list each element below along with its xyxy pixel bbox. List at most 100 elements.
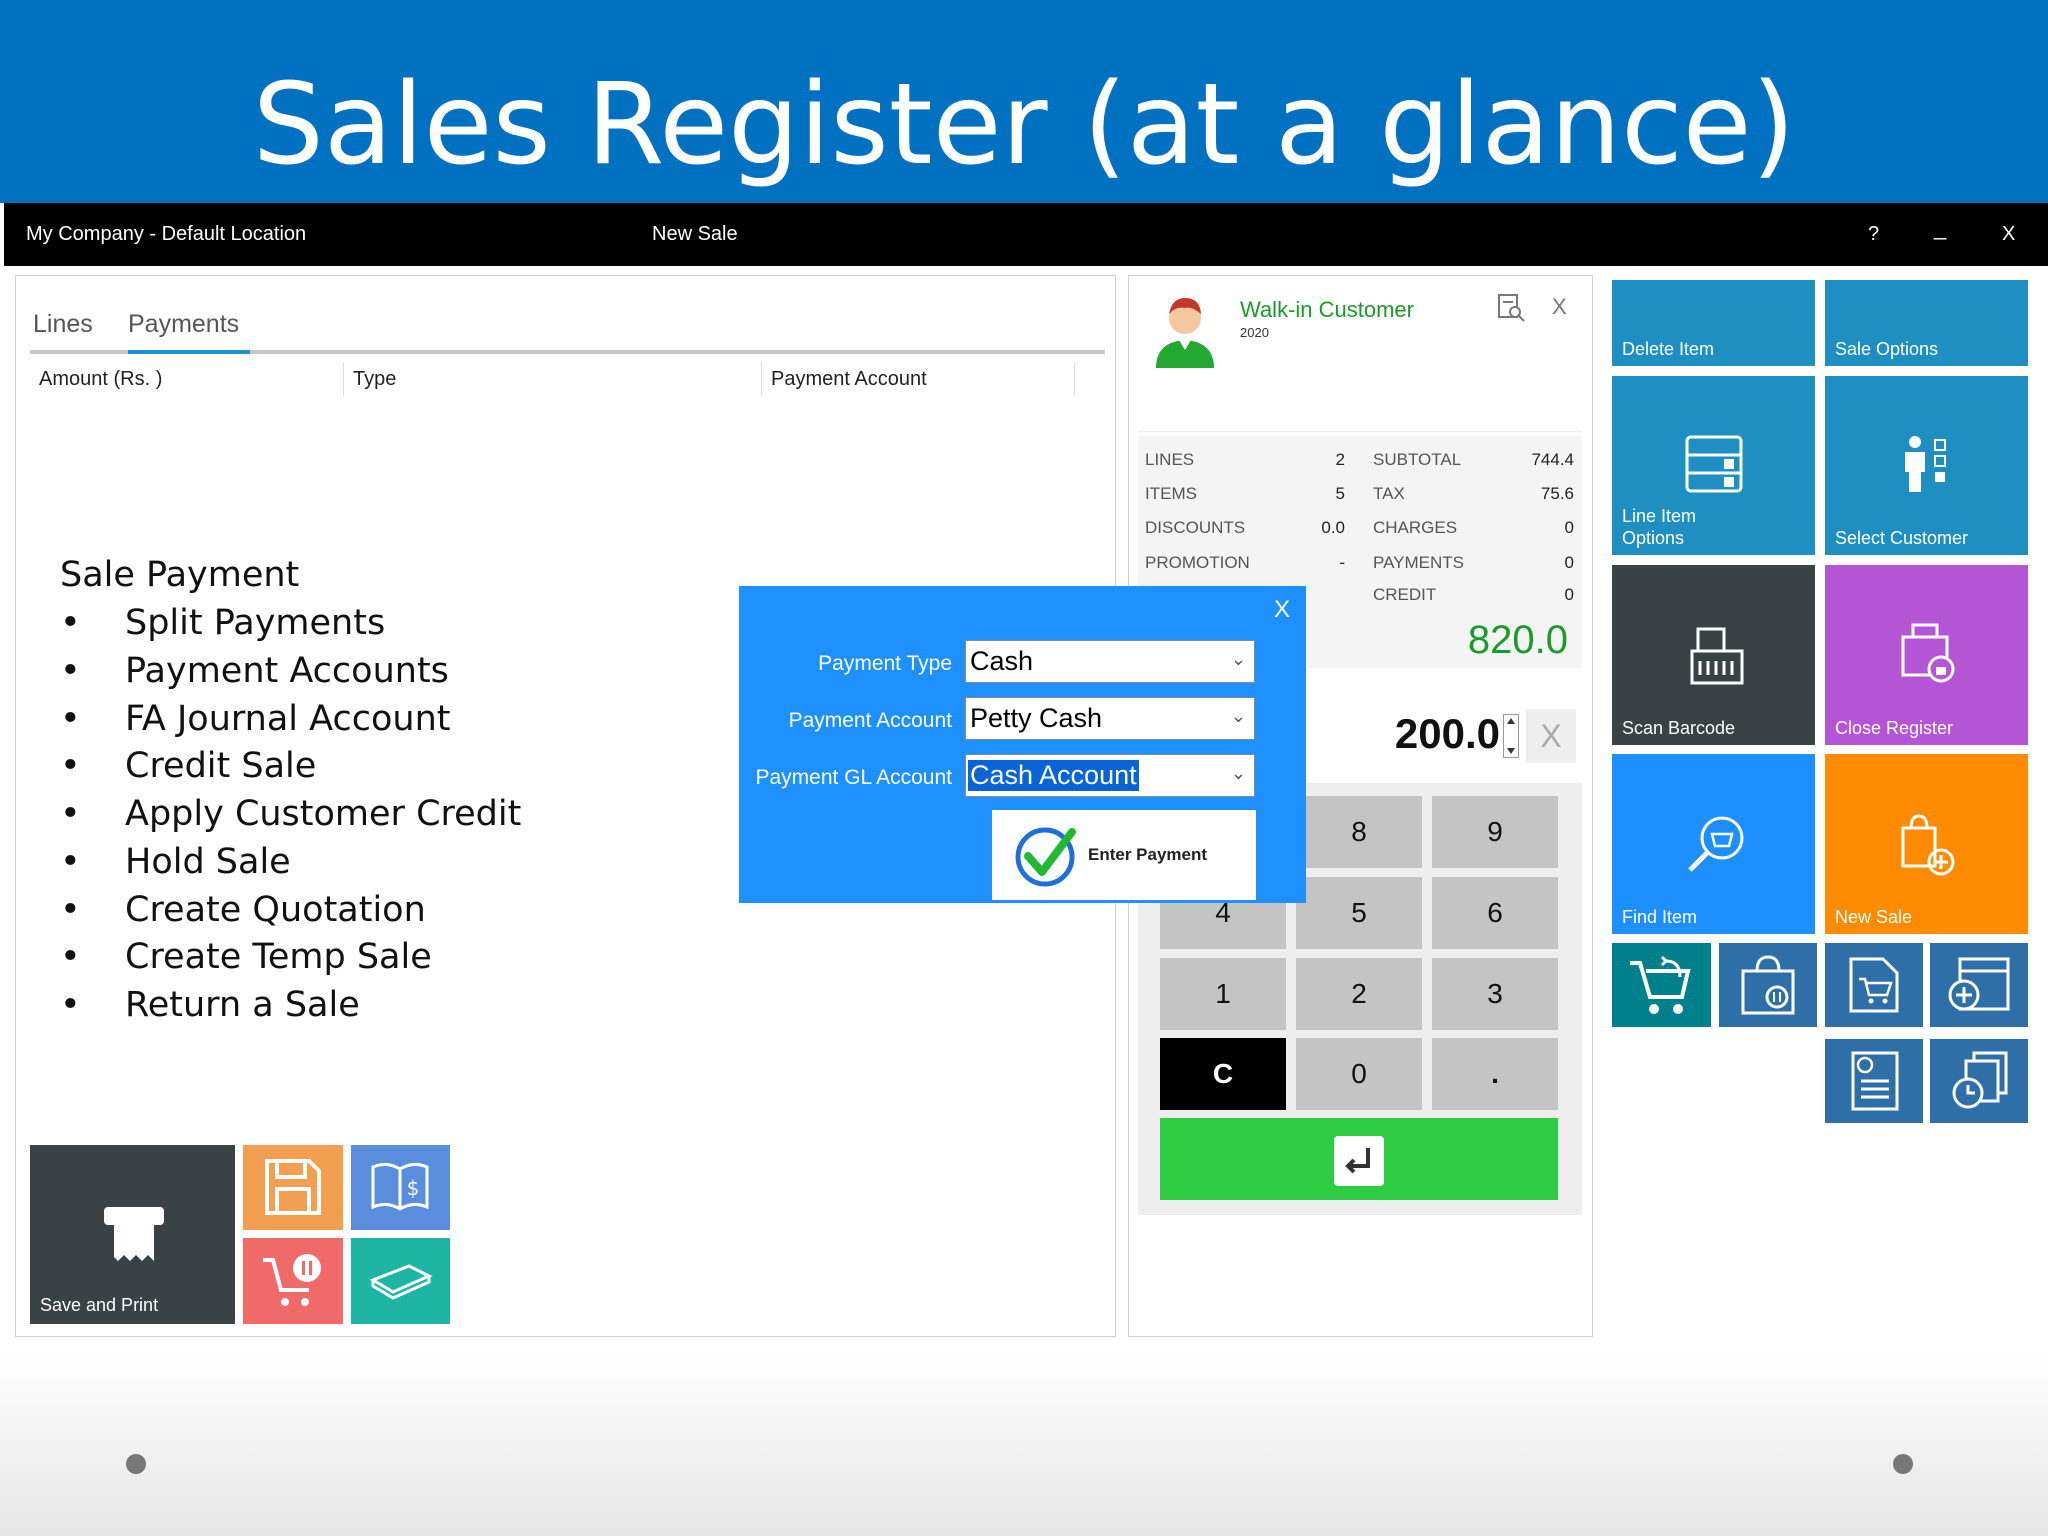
delete-item-button[interactable]: Delete Item	[1612, 280, 1815, 366]
document-cart-icon	[1849, 957, 1899, 1013]
key-2[interactable]: 2	[1296, 958, 1422, 1030]
subtotal-value: 744.4	[1531, 450, 1574, 469]
enter-payment-button[interactable]: Enter Payment	[992, 810, 1256, 900]
tax-label: TAX	[1373, 484, 1405, 503]
tab-lines[interactable]: Lines	[33, 310, 93, 339]
key-6[interactable]: 6	[1432, 877, 1558, 949]
subtotal-label: SUBTOTAL	[1373, 450, 1462, 469]
save-disk-icon	[265, 1159, 321, 1215]
clear-amount-button[interactable]: X	[1526, 709, 1576, 763]
window-titlebar: My Company - Default Location New Sale ?…	[4, 203, 2048, 266]
spinner-down-icon[interactable]	[1507, 748, 1515, 754]
customer-avatar-icon	[1156, 298, 1214, 368]
dialog-close-button[interactable]: X	[1274, 596, 1290, 624]
close-button[interactable]: X	[2002, 223, 2015, 246]
gl-account-select[interactable]: Cash Account ⌄	[965, 754, 1255, 797]
promotion-value: -	[1339, 553, 1345, 572]
items-label: ITEMS	[1145, 484, 1197, 503]
key-0[interactable]: 0	[1296, 1038, 1422, 1110]
credit-label: CREDIT	[1373, 585, 1437, 604]
column-payment-account[interactable]: Payment Account	[771, 368, 927, 391]
key-1[interactable]: 1	[1160, 958, 1286, 1030]
promotion-label: PROMOTION	[1145, 553, 1250, 572]
shopping-bag-add-icon	[1901, 814, 1955, 876]
cart-pause-icon	[263, 1254, 321, 1306]
charges-label: CHARGES	[1373, 518, 1458, 537]
items-value: 5	[1335, 484, 1345, 503]
help-button[interactable]: ?	[1868, 223, 1879, 246]
amount-input[interactable]: 200.0	[1340, 710, 1500, 758]
find-basket-icon	[1688, 816, 1744, 872]
lines-value: 2	[1335, 450, 1345, 469]
payment-type-select[interactable]: Cash ⌄	[965, 640, 1255, 683]
amount-spinner[interactable]	[1503, 714, 1519, 758]
bullets-title: Sale Payment	[60, 555, 300, 595]
customer-search-icon[interactable]	[1496, 292, 1526, 322]
save-and-print-button[interactable]: Save and Print	[30, 1145, 235, 1324]
cash-drawer-button[interactable]	[351, 1238, 450, 1324]
list-options-icon	[1685, 435, 1743, 493]
cash-drawer-icon	[369, 1264, 433, 1300]
tab-payments[interactable]: Payments	[128, 310, 239, 339]
customer-name[interactable]: Walk-in Customer	[1240, 297, 1414, 323]
cart-return-icon	[1630, 955, 1691, 1014]
find-item-button[interactable]: Find Item	[1612, 754, 1815, 934]
key-8[interactable]: 8	[1296, 796, 1422, 868]
window-title: New Sale	[652, 223, 738, 245]
slide-title: Sales Register (at a glance)	[252, 60, 1796, 190]
scan-barcode-button[interactable]: Scan Barcode	[1612, 565, 1815, 745]
receipt-printer-icon	[104, 1207, 164, 1261]
payment-account-label: Payment Account	[788, 709, 952, 732]
discounts-value: 0.0	[1321, 518, 1345, 537]
column-amount[interactable]: Amount (Rs. )	[39, 368, 162, 391]
quotation-button[interactable]: $	[351, 1145, 450, 1230]
sale-history-button[interactable]	[1930, 1039, 2028, 1123]
enter-key[interactable]	[1160, 1118, 1558, 1200]
hold-sale-button[interactable]	[243, 1238, 343, 1324]
return-sale-button[interactable]	[1612, 943, 1711, 1027]
company-location: My Company - Default Location	[26, 223, 307, 245]
payments-value: 0	[1564, 553, 1574, 572]
slide-decoration-dot	[1893, 1454, 1913, 1474]
close-register-button[interactable]: Close Register	[1825, 565, 2028, 745]
chevron-down-icon: ⌄	[1230, 649, 1246, 669]
invoice-icon	[1851, 1051, 1899, 1111]
key-3[interactable]: 3	[1432, 958, 1558, 1030]
column-separator	[761, 362, 762, 396]
sale-options-button[interactable]: Sale Options	[1825, 280, 2028, 366]
gl-account-label: Payment GL Account	[755, 766, 953, 789]
lines-label: LINES	[1145, 450, 1195, 469]
slide-decoration-dot	[126, 1454, 146, 1474]
payment-account-select[interactable]: Petty Cash ⌄	[965, 697, 1255, 740]
quotation-cart-button[interactable]	[1825, 943, 1923, 1027]
key-9[interactable]: 9	[1432, 796, 1558, 868]
column-type[interactable]: Type	[353, 368, 396, 391]
chevron-down-icon: ⌄	[1230, 763, 1246, 783]
hold-bag-button[interactable]	[1719, 943, 1817, 1027]
invoice-button[interactable]	[1825, 1039, 1923, 1123]
column-separator	[343, 362, 344, 396]
key-clear[interactable]: C	[1160, 1038, 1286, 1110]
tax-value: 75.6	[1540, 484, 1574, 503]
book-dollar-icon: $	[371, 1162, 429, 1211]
register-lock-icon	[1901, 623, 1955, 683]
column-separator	[1074, 362, 1075, 396]
new-sale-button[interactable]: New Sale	[1825, 754, 2028, 934]
save-sale-button[interactable]	[243, 1145, 343, 1230]
total-due: 820.0	[1467, 618, 1568, 662]
credit-value: 0	[1564, 585, 1574, 604]
active-tab-indicator	[128, 350, 250, 354]
charges-value: 0	[1564, 518, 1574, 537]
bag-pause-icon	[1741, 955, 1795, 1015]
spinner-up-icon[interactable]	[1507, 718, 1515, 724]
select-customer-button[interactable]: Select Customer	[1825, 376, 2028, 555]
payment-type-label: Payment Type	[818, 652, 952, 675]
key-5[interactable]: 5	[1296, 877, 1422, 949]
chevron-down-icon: ⌄	[1230, 706, 1246, 726]
minimize-button[interactable]: _	[1934, 215, 1946, 241]
line-item-options-button[interactable]: Line Item Options	[1612, 376, 1815, 555]
key-decimal[interactable]: .	[1432, 1038, 1558, 1110]
remove-customer-button[interactable]: X	[1552, 294, 1567, 320]
schedule-button[interactable]	[1930, 943, 2028, 1027]
customer-code: 2020	[1240, 325, 1269, 340]
